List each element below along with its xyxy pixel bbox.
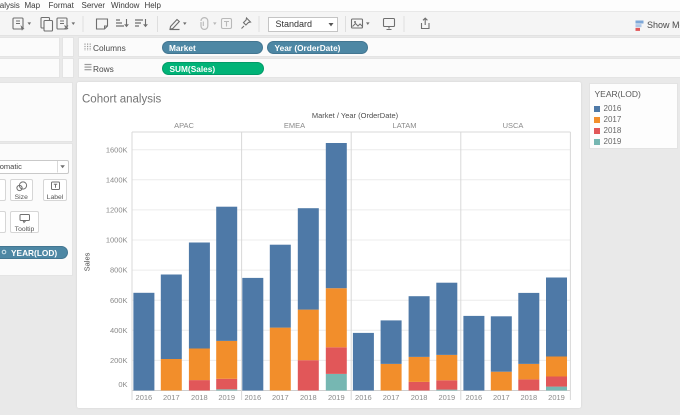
svg-text:1400K: 1400K [106, 175, 128, 184]
svg-text:2016: 2016 [355, 393, 372, 402]
svg-text:400K: 400K [110, 326, 128, 335]
svg-text:Sales: Sales [83, 252, 92, 271]
svg-text:1200K: 1200K [106, 206, 128, 215]
svg-text:2016: 2016 [466, 393, 483, 402]
svg-text:2017: 2017 [163, 393, 180, 402]
svg-text:2018: 2018 [520, 393, 537, 402]
svg-text:2019: 2019 [328, 393, 345, 402]
svg-text:2018: 2018 [191, 393, 208, 402]
svg-text:Cohort analysis: Cohort analysis [82, 94, 162, 106]
svg-text:2017: 2017 [272, 393, 289, 402]
svg-text:Market / Year (OrderDate): Market / Year (OrderDate) [312, 111, 399, 120]
svg-text:1600K: 1600K [106, 145, 128, 154]
svg-text:2018: 2018 [300, 393, 317, 402]
svg-text:EMEA: EMEA [284, 121, 305, 130]
svg-text:2019: 2019 [218, 393, 235, 402]
svg-text:APAC: APAC [174, 121, 194, 130]
svg-text:800K: 800K [110, 266, 128, 275]
svg-text:2017: 2017 [493, 393, 510, 402]
svg-text:2016: 2016 [244, 393, 261, 402]
svg-text:200K: 200K [110, 356, 128, 365]
svg-text:2017: 2017 [383, 393, 400, 402]
svg-text:USCA: USCA [503, 121, 524, 130]
svg-text:1000K: 1000K [106, 236, 128, 245]
svg-text:2018: 2018 [411, 393, 428, 402]
svg-text:2019: 2019 [548, 393, 565, 402]
svg-text:0K: 0K [118, 380, 127, 389]
svg-text:2019: 2019 [438, 393, 455, 402]
svg-text:LATAM: LATAM [393, 121, 417, 130]
svg-text:2016: 2016 [136, 393, 153, 402]
svg-text:600K: 600K [110, 296, 128, 305]
